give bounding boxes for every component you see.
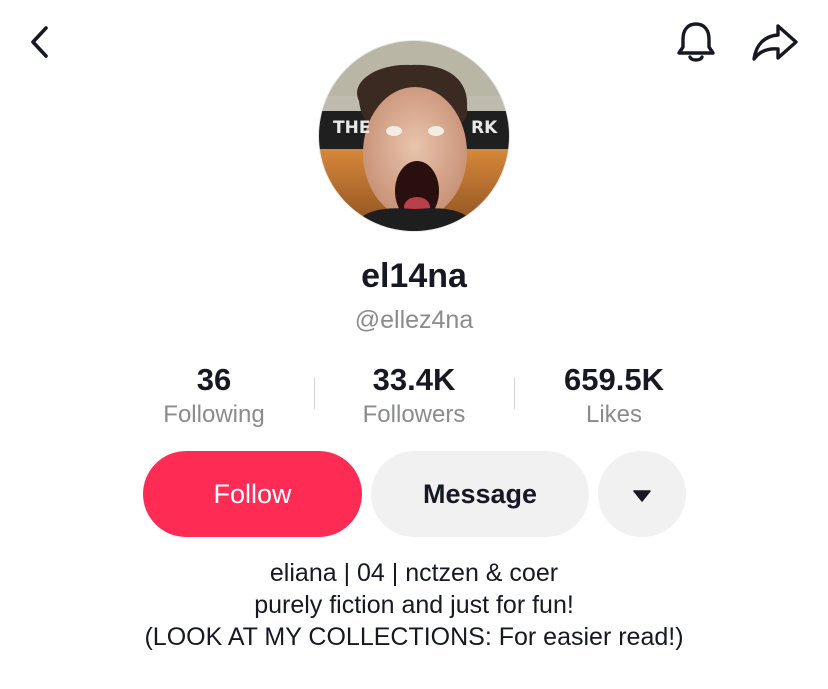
stat-count: 659.5K [564, 362, 664, 397]
display-name: el14na [361, 257, 467, 295]
avatar-sign-right: RK [471, 118, 498, 138]
stat-count: 33.4K [372, 362, 456, 397]
stat-label: Following [163, 401, 265, 428]
stat-following[interactable]: 36 Following [114, 360, 314, 430]
follow-button-label: Follow [213, 478, 292, 509]
stat-count: 36 [196, 362, 232, 397]
share-arrow-icon [750, 21, 800, 68]
message-button-label: Message [422, 478, 538, 509]
avatar-photo: THE RK [319, 41, 509, 231]
username: @ellez4na [354, 306, 474, 334]
share-button[interactable] [748, 20, 802, 68]
caret-down-icon [632, 479, 652, 510]
bio-line: (LOOK AT MY COLLECTIONS: For easier read… [144, 623, 684, 651]
stat-followers[interactable]: 33.4K Followers [314, 360, 514, 430]
stats-row: 36 Following 33.4K Followers 659.5K Like… [0, 360, 828, 432]
more-options-button[interactable] [598, 451, 686, 537]
avatar-sign-left: THE [333, 118, 370, 138]
notifications-button[interactable] [672, 20, 720, 68]
bio-line: eliana | 04 | nctzen & coer [269, 559, 559, 587]
message-button[interactable]: Message [371, 451, 589, 537]
stat-label: Followers [362, 401, 466, 428]
chevron-left-icon [28, 22, 52, 67]
avatar[interactable]: THE RK [318, 40, 510, 232]
bio-line: purely fiction and just for fun! [254, 591, 574, 619]
stat-likes[interactable]: 659.5K Likes [514, 360, 714, 430]
bio: eliana | 04 | nctzen & coer purely ficti… [0, 557, 828, 653]
bell-icon [674, 19, 718, 70]
stat-label: Likes [585, 401, 643, 428]
back-button[interactable] [20, 22, 60, 66]
follow-button[interactable]: Follow [143, 451, 362, 537]
